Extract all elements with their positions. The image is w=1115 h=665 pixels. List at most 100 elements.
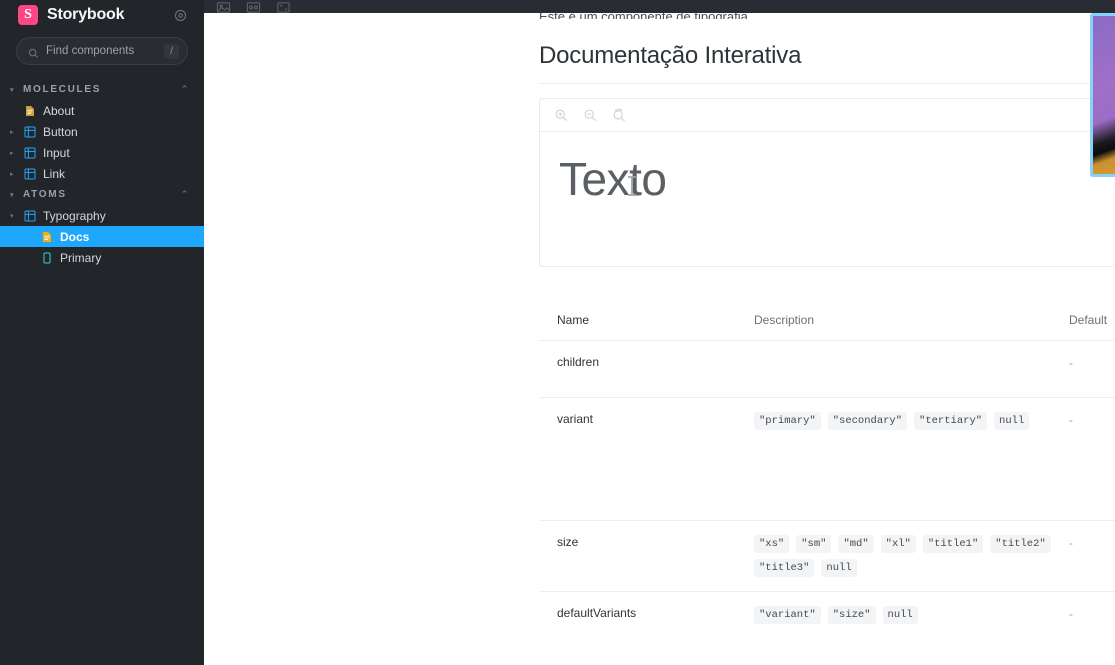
chevron-down-icon: ▾ [10, 191, 16, 199]
preview-zoom-toolbar [540, 99, 1115, 132]
chevron-icon[interactable]: ▸ [10, 128, 17, 136]
story-preview: Texto [539, 98, 1115, 267]
table-row: size "xs" "sm" "md" "xl" "title1" "title2" "tit… [539, 520, 1115, 591]
sidebar-item-label: About [43, 103, 75, 118]
preview-body: Texto [540, 132, 1115, 266]
arg-type-tag: "variant" [754, 606, 821, 624]
search-placeholder: Find components [46, 45, 135, 57]
thumbnail-image [1093, 16, 1115, 174]
table-row: children-Texto [539, 340, 1115, 397]
arg-default: - [1069, 606, 1115, 622]
column-header-default: Default [1069, 313, 1108, 327]
column-header-description: Description [754, 313, 815, 327]
arg-name: size [557, 535, 579, 549]
arg-description: "primary" "secondary" "tertiary" null [754, 412, 1069, 430]
fullscreen-icon[interactable] [276, 0, 291, 15]
sidebar-item-primary[interactable]: ▸Primary [0, 247, 204, 268]
component-tree: ▾ MOLECULES ⌃ ▸About ▸ Button ▸ Input ▸ Link ▾ ATOM… [0, 65, 204, 665]
sidebar-item-label: Input [43, 145, 70, 160]
component-icon [24, 168, 36, 180]
arg-default-value: - [1069, 356, 1073, 370]
sidebar-item-label: Button [43, 124, 78, 139]
storybook-logo-icon: S [18, 5, 38, 25]
chevron-icon[interactable]: ▸ [10, 170, 17, 178]
arg-type-tag: "secondary" [827, 412, 908, 430]
sidebar-item-docs[interactable]: ▸Docs [0, 226, 204, 247]
docs-subtitle: Este é um componente de tipografia. [539, 13, 939, 19]
sidebar-item-link[interactable]: ▸ Link [0, 163, 204, 184]
preview-thumbnail[interactable] [1090, 13, 1115, 177]
arg-default-value: - [1069, 413, 1073, 427]
arg-default-value: - [1069, 607, 1073, 621]
zoom-image-icon[interactable] [216, 0, 231, 15]
arg-type-tag: "primary" [754, 412, 821, 430]
arg-type-list: "xs" "sm" "md" "xl" "title1" "title2" "title3"… [754, 535, 1069, 577]
args-table-header: Name Description Default Control [539, 313, 1115, 340]
zoom-in-icon[interactable] [554, 108, 569, 123]
arg-type-tag: "md" [838, 535, 874, 553]
sidebar-item-input[interactable]: ▸ Input [0, 142, 204, 163]
arg-type-tag: "title2" [990, 535, 1051, 553]
arg-type-list: "primary" "secondary" "tertiary" null [754, 412, 1069, 430]
search-icon [28, 46, 39, 58]
preview-sample-text: Texto [559, 153, 667, 205]
arg-type-tag: null [882, 606, 918, 624]
sidebar-brand[interactable]: S Storybook [0, 0, 204, 32]
arg-type-tag: "sm" [796, 535, 832, 553]
component-icon [24, 147, 36, 159]
arg-type-tag: null [994, 412, 1030, 430]
document-icon [24, 105, 36, 117]
preview-toolbar-top [204, 0, 1115, 13]
arg-type-tag: "xs" [754, 535, 790, 553]
column-header-name: Name [557, 313, 590, 327]
document-icon [41, 231, 53, 243]
arg-description: "variant" "size" null [754, 606, 1069, 624]
expand-collapse-icon[interactable]: ⌃ [181, 84, 190, 95]
arg-type-tag: "tertiary" [914, 412, 988, 430]
arg-description: "xs" "sm" "md" "xl" "title1" "title2" "title3"… [754, 535, 1069, 577]
arg-name: defaultVariants [557, 606, 637, 620]
arg-name: children [557, 355, 600, 369]
sidebar-group-atoms[interactable]: ▾ ATOMS ⌃ [0, 184, 204, 205]
storybook-logo-letter: S [24, 7, 32, 22]
sidebar-group-molecules[interactable]: ▾ MOLECULES ⌃ [0, 79, 204, 100]
main-area: Este é um componente de tipografia. Docu… [204, 0, 1115, 665]
brand-title: Storybook [47, 6, 125, 23]
sidebar-item-about[interactable]: ▸About [0, 100, 204, 121]
arg-default: - [1069, 535, 1115, 551]
storybook-app: S Storybook Find components / ▾ MOLECULES [0, 0, 1115, 665]
search-shortcut-badge: / [164, 43, 179, 59]
arg-name: variant [557, 412, 594, 426]
search-container: Find components / [0, 32, 204, 65]
sidebar-group-label: MOLECULES [23, 84, 102, 95]
arg-type-list: "variant" "size" null [754, 606, 1069, 624]
component-icon [24, 210, 36, 222]
expand-collapse-icon[interactable]: ⌃ [181, 189, 190, 200]
arg-default: - [1069, 412, 1115, 428]
sidebar: S Storybook Find components / ▾ MOLECULES [0, 0, 204, 665]
component-icon [24, 126, 36, 138]
search-input[interactable]: Find components / [16, 37, 188, 65]
arg-type-tag: "title3" [754, 559, 815, 577]
chevron-icon[interactable]: ▾ [10, 212, 17, 220]
sidebar-item-label: Link [43, 166, 66, 181]
sidebar-group-label: ATOMS [23, 189, 67, 200]
arg-type-tag: "xl" [880, 535, 916, 553]
chevron-icon[interactable]: ▸ [10, 149, 17, 157]
args-table-body: children-Textovariant"primary""secondary… [539, 340, 1115, 665]
chevron-down-icon: ▾ [10, 86, 16, 94]
gear-icon[interactable] [172, 7, 188, 23]
arg-type-tag: "size" [827, 606, 876, 624]
sidebar-item-label: Typography [43, 208, 106, 223]
sidebar-item-typography[interactable]: ▾ Typography [0, 205, 204, 226]
title-divider [539, 83, 1115, 84]
arg-type-tag: "title1" [922, 535, 984, 553]
text-cursor-icon [628, 176, 636, 196]
grid-view-icon[interactable] [246, 0, 261, 15]
zoom-out-icon[interactable] [583, 108, 598, 123]
story-icon [41, 252, 53, 264]
arg-default-value: - [1069, 536, 1073, 550]
zoom-reset-icon[interactable] [612, 108, 627, 123]
arg-type-tag: null [821, 559, 857, 577]
sidebar-item-button[interactable]: ▸ Button [0, 121, 204, 142]
